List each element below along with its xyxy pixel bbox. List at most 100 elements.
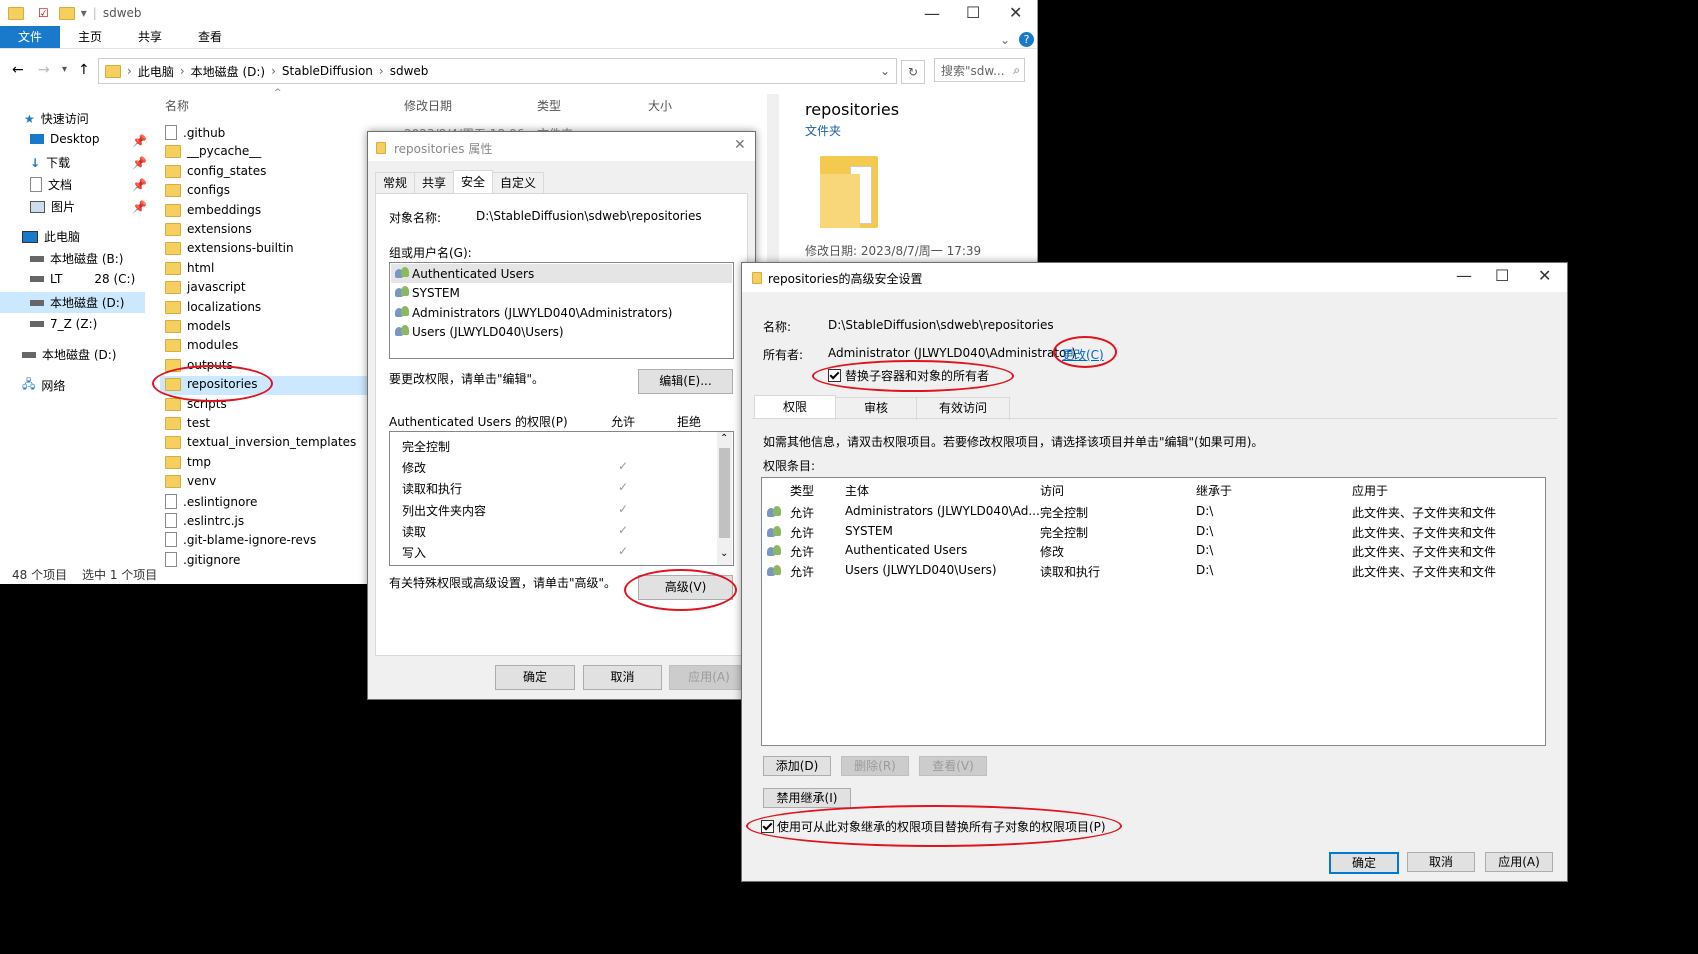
file-row[interactable]: textual_inversion_templates — [165, 435, 356, 449]
file-row[interactable]: .github — [165, 125, 225, 140]
advanced-button[interactable]: 高级(V) — [638, 575, 733, 600]
view-button[interactable]: 查看(V) — [919, 756, 987, 776]
remove-button[interactable]: 删除(R) — [841, 756, 909, 776]
nav-quick-access[interactable]: 快速访问 — [41, 110, 89, 127]
ok-button[interactable]: 确定 — [1329, 852, 1399, 874]
file-row[interactable]: models — [165, 319, 231, 333]
column-header-name[interactable]: 名称 — [165, 97, 189, 114]
scroll-down-icon[interactable]: ⌄ — [720, 548, 728, 559]
column-header-modified[interactable]: 修改日期 — [404, 97, 452, 114]
add-button[interactable]: 添加(D) — [763, 756, 831, 776]
pin-icon[interactable]: 📌 — [132, 200, 147, 214]
file-row[interactable]: extensions — [165, 222, 252, 236]
header-principal[interactable]: 主体 — [845, 482, 869, 499]
nav-drive-z[interactable]: 7_Z (Z:) — [50, 317, 97, 331]
file-row[interactable]: repositories — [165, 377, 258, 391]
file-row[interactable]: extensions-builtin — [165, 241, 294, 255]
file-row[interactable]: modules — [165, 338, 238, 352]
file-row[interactable]: embeddings — [165, 203, 261, 217]
apply-button[interactable]: 应用(A) — [669, 665, 749, 690]
tab-auditing[interactable]: 审核 — [835, 397, 918, 420]
address-dropdown-icon[interactable]: ⌄ — [880, 64, 890, 78]
properties-icon[interactable]: ☑ — [38, 6, 49, 20]
list-item[interactable]: Administrators (JLWYLD040\Administrators… — [395, 306, 672, 320]
file-row[interactable]: .eslintignore — [165, 494, 257, 509]
edit-button[interactable]: 编辑(E)... — [638, 369, 733, 394]
close-icon[interactable]: ✕ — [1009, 3, 1022, 22]
permission-list-scrollbar[interactable]: ⌃ ⌄ — [717, 432, 732, 565]
file-row[interactable]: __pycache__ — [165, 144, 261, 158]
list-item[interactable]: Authenticated Users — [395, 267, 534, 281]
tab-sharing[interactable]: 共享 — [414, 172, 455, 195]
nav-drive-b[interactable]: 本地磁盘 (B:) — [50, 250, 123, 267]
user-list[interactable]: Authenticated Users SYSTEM Administrator… — [389, 262, 734, 359]
nav-documents[interactable]: 文档 — [48, 176, 72, 193]
file-row[interactable]: tmp — [165, 455, 211, 469]
cancel-button[interactable]: 取消 — [583, 665, 662, 690]
list-item[interactable]: SYSTEM — [395, 286, 460, 300]
close-icon[interactable]: ✕ — [734, 137, 746, 153]
file-row[interactable]: .git-blame-ignore-revs — [165, 532, 316, 547]
header-access[interactable]: 访问 — [1040, 482, 1064, 499]
ok-button[interactable]: 确定 — [495, 665, 575, 690]
column-header-size[interactable]: 大小 — [648, 97, 672, 114]
refresh-icon[interactable]: ↻ — [901, 60, 925, 84]
help-icon[interactable]: ? — [1019, 32, 1034, 47]
file-row[interactable]: html — [165, 261, 214, 275]
pin-icon[interactable]: 📌 — [132, 178, 147, 192]
breadcrumb-this-pc[interactable]: 此电脑 — [132, 63, 180, 80]
table-row[interactable]: 允许 Authenticated Users 修改 D:\ 此文件夹、子文件夹和文件 — [762, 543, 1545, 561]
forward-icon[interactable]: → — [38, 62, 50, 78]
ribbon-tab-share[interactable]: 共享 — [120, 26, 180, 48]
file-row[interactable]: configs — [165, 183, 230, 197]
list-item[interactable]: Users (JLWYLD040\Users) — [395, 325, 564, 339]
replace-child-checkbox[interactable] — [761, 820, 774, 833]
ribbon-expand-icon[interactable]: ⌄ — [1000, 33, 1010, 47]
nav-pictures[interactable]: 图片 — [51, 198, 75, 215]
pin-icon[interactable]: 📌 — [132, 156, 147, 170]
ribbon-tab-file[interactable]: 文件 — [0, 26, 61, 48]
change-owner-link[interactable]: 更改(C) — [1062, 346, 1104, 363]
back-icon[interactable]: ← — [12, 62, 24, 78]
replace-child-checkbox-row[interactable]: 使用可从此对象继承的权限项目替换所有子对象的权限项目(P) — [761, 818, 1106, 835]
ribbon-tab-view[interactable]: 查看 — [180, 26, 240, 48]
column-header-type[interactable]: 类型 — [537, 97, 561, 114]
quick-access-toolbar-dropdown-icon[interactable]: ▾ — [81, 6, 87, 20]
replace-owner-checkbox-row[interactable]: 替换子容器和对象的所有者 — [828, 367, 989, 384]
file-row[interactable]: venv — [165, 474, 216, 488]
apply-button[interactable]: 应用(A) — [1485, 852, 1553, 872]
file-row[interactable]: config_states — [165, 164, 266, 178]
tab-general[interactable]: 常规 — [375, 172, 416, 195]
table-row[interactable]: 允许 Users (JLWYLD040\Users) 读取和执行 D:\ 此文件夹、子文… — [762, 563, 1545, 581]
scrollbar-thumb[interactable] — [719, 448, 730, 538]
nav-this-pc[interactable]: 此电脑 — [44, 228, 80, 245]
nav-drive-c-suffix[interactable]: 28 (C:) — [94, 272, 135, 286]
up-icon[interactable]: ↑ — [78, 62, 90, 78]
nav-downloads[interactable]: 下载 — [46, 154, 70, 171]
file-row[interactable]: outputs — [165, 358, 233, 372]
maximize-icon[interactable]: ☐ — [966, 3, 980, 22]
new-folder-icon[interactable] — [58, 6, 75, 20]
address-bar[interactable]: › 此电脑 › 本地磁盘 (D:) › StableDiffusion › sdweb… — [98, 58, 897, 84]
header-inherited[interactable]: 继承于 — [1196, 482, 1232, 499]
file-row[interactable]: .gitignore — [165, 552, 240, 567]
table-row[interactable]: 允许 SYSTEM 完全控制 D:\ 此文件夹、子文件夹和文件 — [762, 524, 1545, 542]
file-row[interactable]: scripts — [165, 397, 227, 411]
cancel-button[interactable]: 取消 — [1407, 852, 1475, 872]
recent-locations-icon[interactable]: ▾ — [62, 64, 67, 75]
search-input[interactable]: 搜索"sdw... ⌕ — [934, 58, 1025, 82]
minimize-icon[interactable]: — — [1456, 266, 1472, 285]
table-row[interactable]: 允许 Administrators (JLWYLD040\Ad... 完全控制 D:\… — [762, 504, 1545, 522]
tab-permissions[interactable]: 权限 — [754, 395, 837, 418]
nav-drive-d2[interactable]: 本地磁盘 (D:) — [42, 346, 116, 363]
header-type[interactable]: 类型 — [790, 482, 814, 499]
nav-drive-d[interactable]: 本地磁盘 (D:) — [50, 294, 124, 311]
header-applies[interactable]: 应用于 — [1352, 482, 1388, 499]
file-row[interactable]: test — [165, 416, 210, 430]
nav-desktop[interactable]: Desktop — [50, 132, 100, 146]
maximize-icon[interactable]: ☐ — [1495, 266, 1509, 285]
tab-effective-access[interactable]: 有效访问 — [916, 397, 1011, 420]
file-row[interactable]: .eslintrc.js — [165, 513, 244, 528]
tab-customize[interactable]: 自定义 — [492, 172, 545, 195]
minimize-icon[interactable]: — — [924, 4, 940, 23]
